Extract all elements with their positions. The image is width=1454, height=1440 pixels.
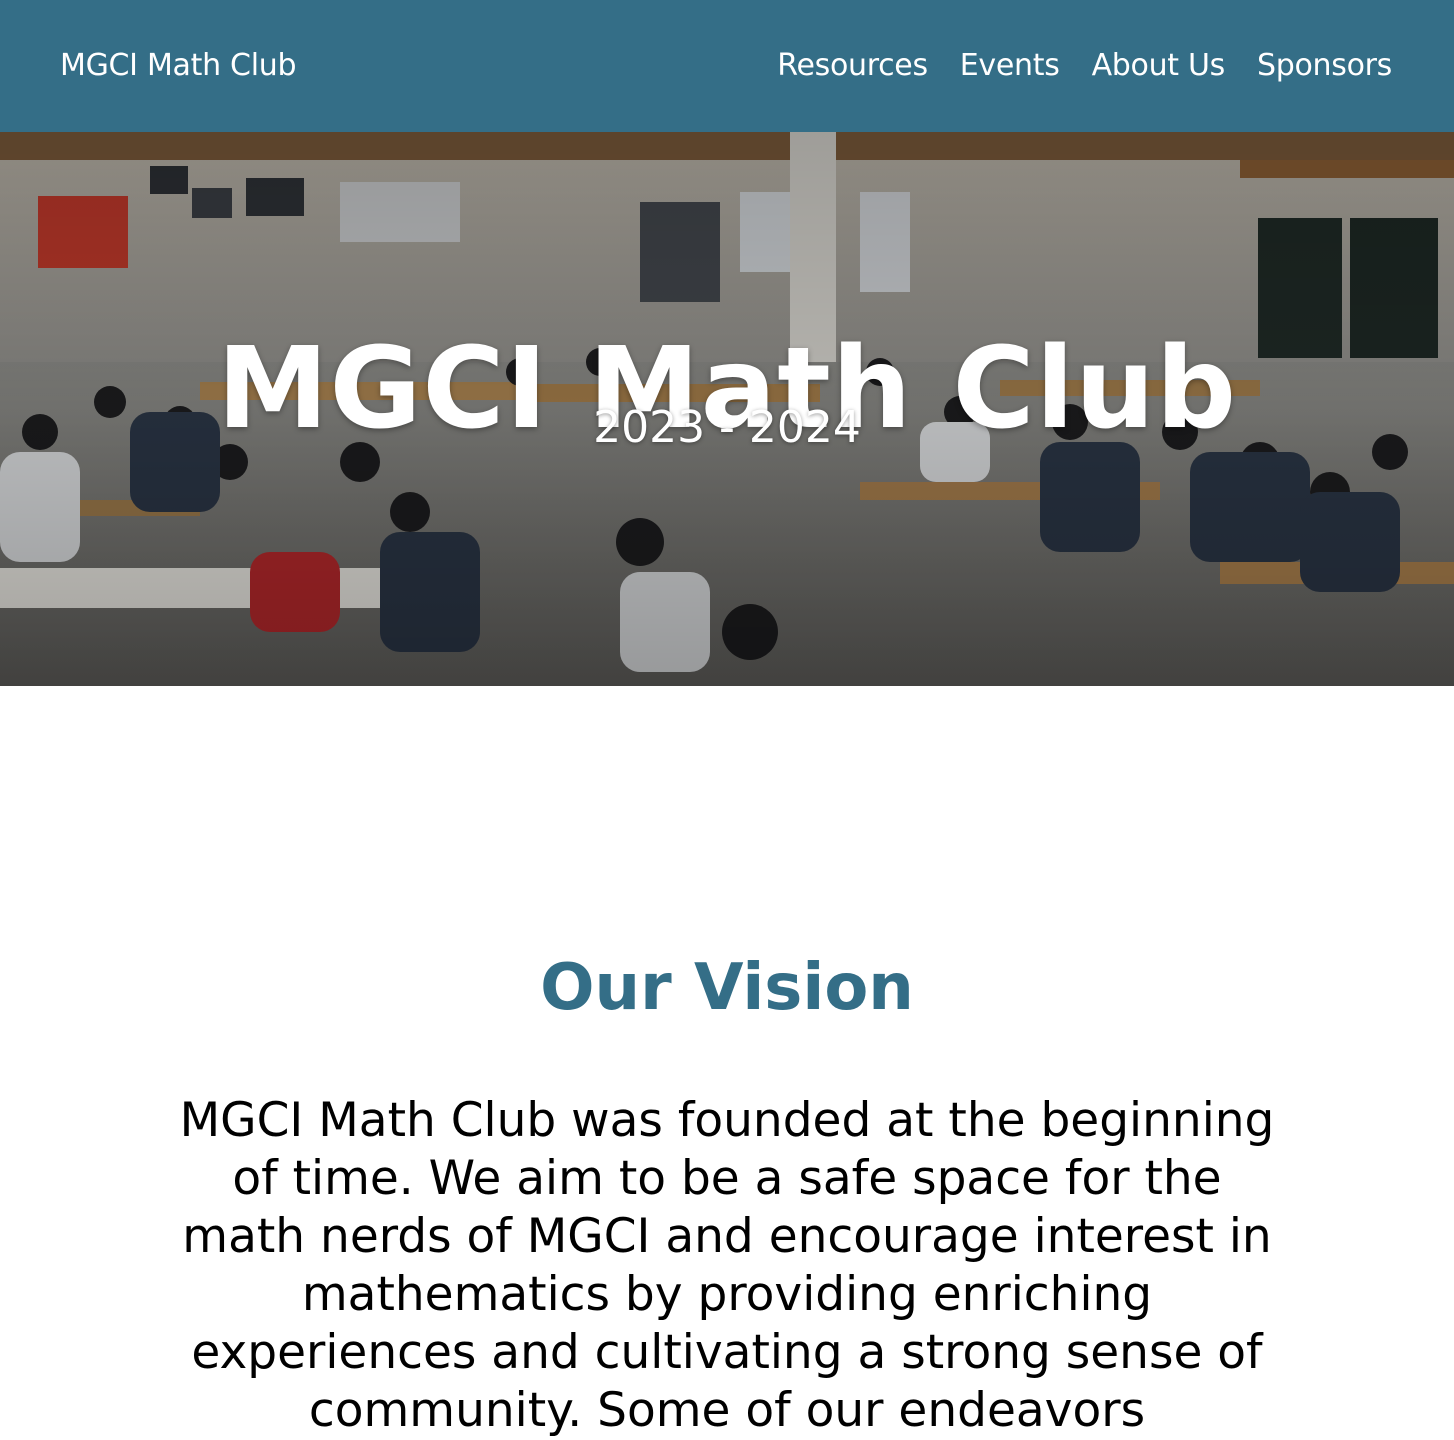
navbar: MGCI Math Club Resources Events About Us… <box>0 0 1454 132</box>
nav-link-resources[interactable]: Resources <box>777 46 928 86</box>
nav-link-about-us[interactable]: About Us <box>1092 46 1226 86</box>
nav-link-events[interactable]: Events <box>960 46 1060 86</box>
vision-paragraph: MGCI Math Club was founded at the beginn… <box>179 1093 1275 1438</box>
nav-links: Resources Events About Us Sponsors <box>777 46 1392 86</box>
vision-heading: Our Vision <box>540 951 914 1025</box>
brand-link[interactable]: MGCI Math Club <box>60 46 296 86</box>
nav-link-sponsors[interactable]: Sponsors <box>1257 46 1392 86</box>
hero-subtitle: 2023 - 2024 <box>593 402 861 453</box>
hero-banner: MGCI Math Club 2023 - 2024 <box>0 132 1454 686</box>
